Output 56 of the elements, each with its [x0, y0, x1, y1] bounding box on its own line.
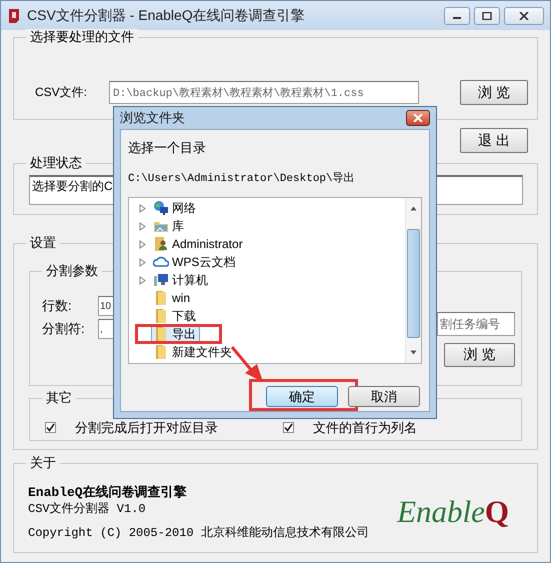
browse-button[interactable]: 浏 览: [460, 80, 528, 105]
scroll-down-icon: [410, 350, 417, 355]
tree-item[interactable]: Administrator: [151, 235, 247, 253]
ok-button[interactable]: 确定: [266, 386, 338, 407]
checkbox-label: 文件的首行为列名: [313, 418, 417, 436]
close-button[interactable]: [406, 110, 430, 126]
tree-item[interactable]: 库: [151, 217, 188, 235]
window-title: CSV文件分割器 - EnableQ在线问卷调查引擎: [27, 6, 305, 24]
cancel-button[interactable]: 取消: [348, 386, 420, 407]
exit-button[interactable]: 退 出: [460, 128, 528, 153]
field-label: CSV文件:: [35, 84, 88, 101]
scroll-thumb[interactable]: [407, 229, 420, 338]
checkbox-label: 分割完成后打开对应目录: [75, 418, 218, 436]
folder-icon: [153, 308, 169, 324]
field-label: 行数:: [42, 297, 73, 315]
path-field[interactable]: D:\backup\教程素材\教程素材\教程素材\1.css: [109, 81, 419, 104]
browse-button[interactable]: 浏 览: [444, 343, 515, 367]
version-text: CSV文件分割器 V1.0: [28, 501, 147, 518]
close-icon: [413, 114, 423, 122]
group-title: 分割参数: [42, 263, 102, 279]
copyright-text: Copyright (C) 2005-2010 北京科维能动信息技术有限公司: [28, 525, 369, 542]
group-title: 设置: [26, 235, 60, 251]
check-icon: [284, 423, 293, 432]
globe-icon: [153, 200, 169, 216]
close-button[interactable]: [504, 6, 544, 24]
group-title: 关于: [26, 455, 60, 471]
checkbox[interactable]: [283, 422, 294, 433]
path-text: C:\Users\Administrator\Desktop\导出: [128, 172, 356, 186]
tree-item[interactable]: 计算机: [151, 271, 212, 289]
minimize-button[interactable]: [444, 6, 470, 24]
input-field[interactable]: 割任务编号: [437, 312, 515, 336]
product-name: EnableQ在线问卷调查引擎: [28, 484, 188, 501]
cloud-icon: [153, 254, 169, 270]
group-title: 其它: [42, 390, 76, 406]
group-title: 处理状态: [26, 155, 86, 171]
checkbox[interactable]: [45, 422, 56, 433]
user-icon: [153, 236, 169, 252]
app-icon: [7, 8, 21, 24]
tree-item[interactable]: 新建文件夹: [151, 343, 236, 361]
tree-item[interactable]: win: [151, 289, 194, 307]
close-icon: [519, 12, 529, 20]
tree-item[interactable]: 下载: [151, 307, 200, 325]
dialog-title: 浏览文件夹: [120, 109, 185, 127]
maximize-icon: [482, 12, 492, 20]
logo: EnableQ: [397, 494, 510, 530]
computer-icon: [153, 272, 169, 288]
tree-item[interactable]: WPS云文档: [151, 253, 240, 271]
field-label: 分割符:: [42, 320, 86, 338]
scrollbar[interactable]: [405, 198, 421, 363]
prompt-text: 选择一个目录: [128, 140, 207, 156]
folder-icon: [153, 290, 169, 306]
folder-icon: [153, 344, 169, 360]
folder-icon: [153, 326, 169, 342]
maximize-button[interactable]: [474, 6, 500, 24]
check-icon: [46, 423, 55, 432]
group-title: 选择要处理的文件: [26, 29, 138, 45]
